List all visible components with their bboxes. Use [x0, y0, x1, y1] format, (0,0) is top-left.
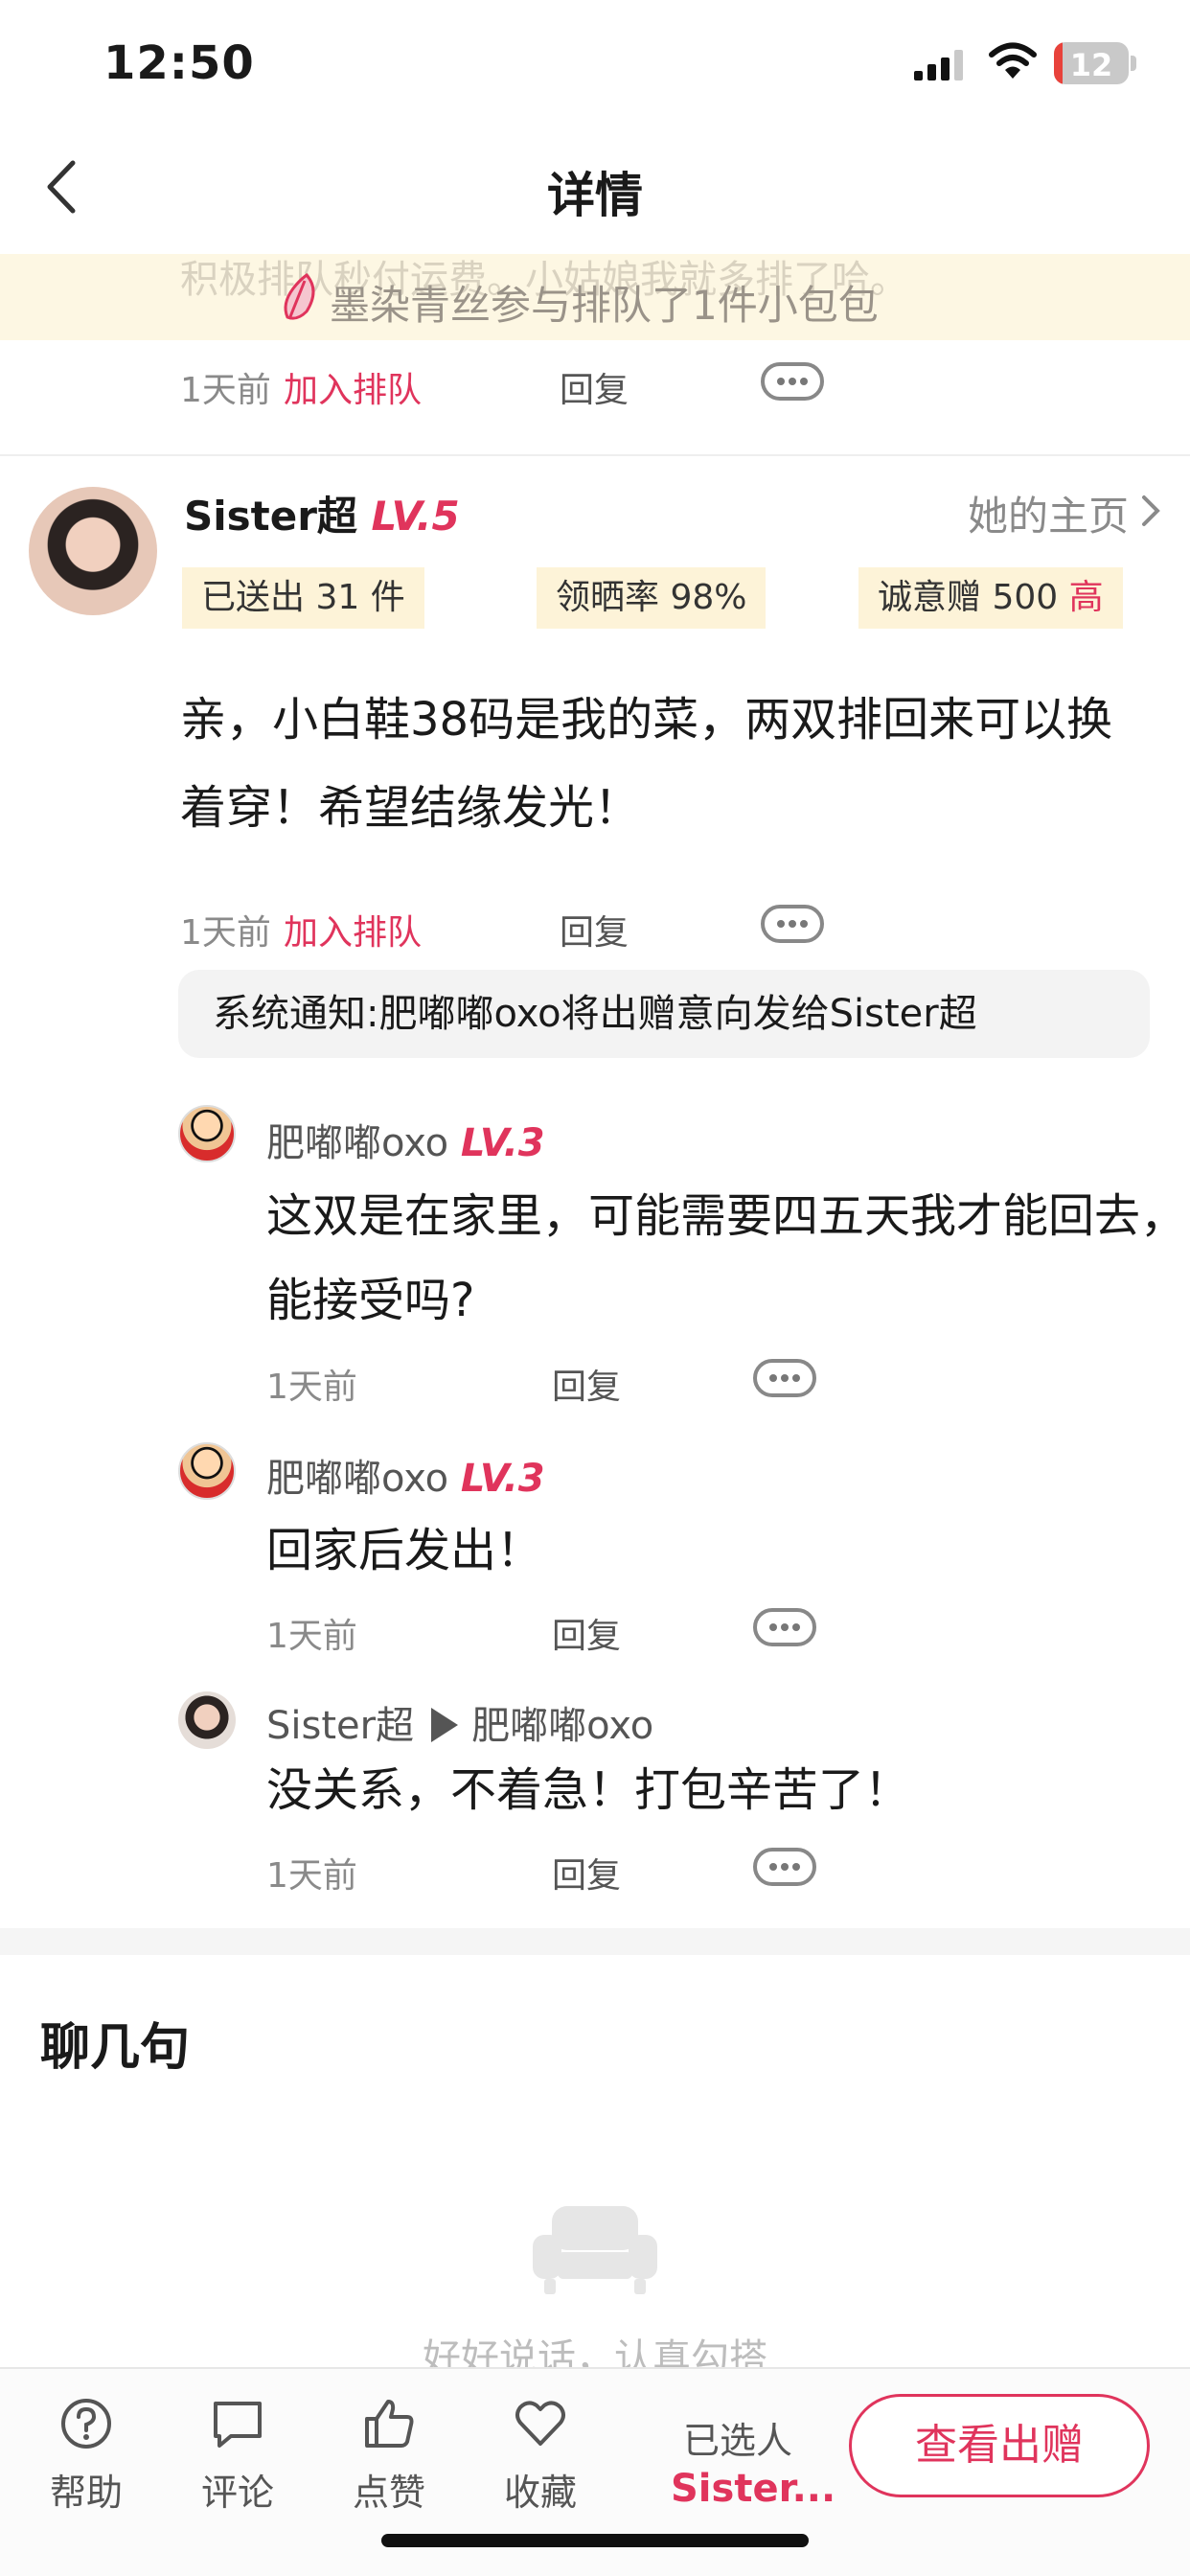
avatar[interactable] [178, 1691, 236, 1749]
chevron-right-icon [1142, 495, 1160, 526]
reply-button[interactable]: 回复 [560, 362, 629, 412]
selected-person-label: 已选人 [682, 2420, 792, 2462]
avatar[interactable] [29, 487, 157, 615]
stat-sincerity-value: 诚意赠 500 [878, 578, 1059, 617]
system-notice: 系统通知:肥嘟嘟oxo将出赠意向发给Sister超 [178, 970, 1150, 1058]
heart-icon [515, 2401, 565, 2446]
stat-sincerity-tag: 高 [1068, 578, 1104, 617]
reply-button[interactable]: 回复 [552, 1608, 621, 1658]
homepage-link[interactable]: 她的主页 [968, 484, 1129, 542]
username: Sister超 [266, 1704, 415, 1748]
like-label: 点赞 [352, 2472, 425, 2514]
reply-time: 1天前 [266, 1617, 357, 1656]
queue-notice-banner: 积极排队秒付运费。小姑娘我就多排了哈。 墨染青丝参与排队了1件小包包 [0, 254, 1190, 340]
battery-indicator: 12 [1054, 42, 1129, 84]
more-options-button[interactable] [753, 1848, 816, 1886]
avatar[interactable] [178, 1442, 236, 1500]
reply-button[interactable]: 回复 [560, 905, 629, 954]
more-options-button[interactable] [761, 362, 824, 401]
feather-icon [284, 272, 315, 320]
cellular-signal-icon [914, 50, 963, 80]
thumbs-up-icon [365, 2400, 414, 2448]
comment-time: 1天前 [180, 371, 271, 410]
help-icon [61, 2399, 111, 2449]
comment-author[interactable]: Sister超 LV.5 [184, 484, 460, 542]
reply-author[interactable]: 肥嘟嘟oxo LV.3 [266, 1112, 545, 1167]
view-gift-button[interactable]: 查看出赠 [849, 2394, 1150, 2497]
reply-to-username: 肥嘟嘟oxo [471, 1704, 654, 1748]
comment-text: 亲，小白鞋38码是我的菜，两双排回来可以换着穿！希望结缘发光！ [180, 693, 1113, 835]
user-level-badge: LV.3 [460, 1121, 545, 1165]
comment-icon [214, 2402, 262, 2448]
stat-sincerity: 诚意赠 500 高 [858, 567, 1123, 629]
reply-button[interactable]: 回复 [552, 1359, 621, 1409]
user-level-badge: LV.5 [371, 493, 460, 540]
more-options-button[interactable] [761, 905, 824, 943]
comment-label: 评论 [200, 2472, 274, 2514]
reply-time: 1天前 [266, 1856, 357, 1896]
status-time: 12:50 [103, 36, 255, 90]
username: 肥嘟嘟oxo [266, 1121, 449, 1165]
join-queue-link[interactable]: 加入排队 [284, 362, 422, 412]
sofa-icon [533, 2206, 657, 2294]
battery-percent: 12 [1069, 47, 1113, 83]
stat-sun-rate: 领晒率 98% [537, 567, 767, 629]
help-tab[interactable]: 帮助 [29, 2396, 144, 2516]
comment-tab[interactable]: 评论 [180, 2396, 295, 2516]
reply-text: 没关系，不着急！打包辛苦了！ [266, 1763, 911, 1817]
page-title: 详情 [547, 168, 643, 223]
reply-time: 1天前 [266, 1368, 357, 1407]
chat-section-title: 聊几句 [40, 2019, 191, 2077]
comment-time: 1天前 [180, 913, 271, 953]
avatar[interactable] [178, 1105, 236, 1162]
home-indicator [381, 2534, 809, 2547]
more-options-button[interactable] [753, 1608, 816, 1646]
username: Sister超 [184, 493, 357, 540]
selected-person-name[interactable]: Sister... [671, 2467, 843, 2511]
reply-author[interactable]: Sister超 肥嘟嘟oxo [266, 1694, 653, 1750]
help-label: 帮助 [49, 2472, 123, 2514]
stat-sent-count: 已送出 31 件 [182, 567, 424, 629]
battery-cap [1131, 56, 1136, 71]
user-level-badge: LV.3 [460, 1457, 545, 1501]
favorite-tab[interactable]: 收藏 [483, 2396, 598, 2516]
queue-notice-text: 墨染青丝参与排队了1件小包包 [330, 282, 879, 329]
reply-text: 回家后发出！ [266, 1524, 543, 1577]
section-separator [0, 1928, 1190, 1955]
section-divider [0, 454, 1190, 456]
reply-text: 这双是在家里，可能需要四五天我才能回去，能接受吗? [266, 1189, 1187, 1327]
reply-author[interactable]: 肥嘟嘟oxo LV.3 [266, 1447, 545, 1503]
more-options-button[interactable] [753, 1359, 816, 1397]
wifi-icon [989, 42, 1037, 79]
reply-to-arrow-icon [431, 1708, 459, 1742]
join-queue-link[interactable]: 加入排队 [284, 905, 422, 954]
like-tab[interactable]: 点赞 [332, 2396, 446, 2516]
reply-button[interactable]: 回复 [552, 1848, 621, 1898]
favorite-label: 收藏 [503, 2472, 577, 2514]
username: 肥嘟嘟oxo [266, 1457, 449, 1501]
